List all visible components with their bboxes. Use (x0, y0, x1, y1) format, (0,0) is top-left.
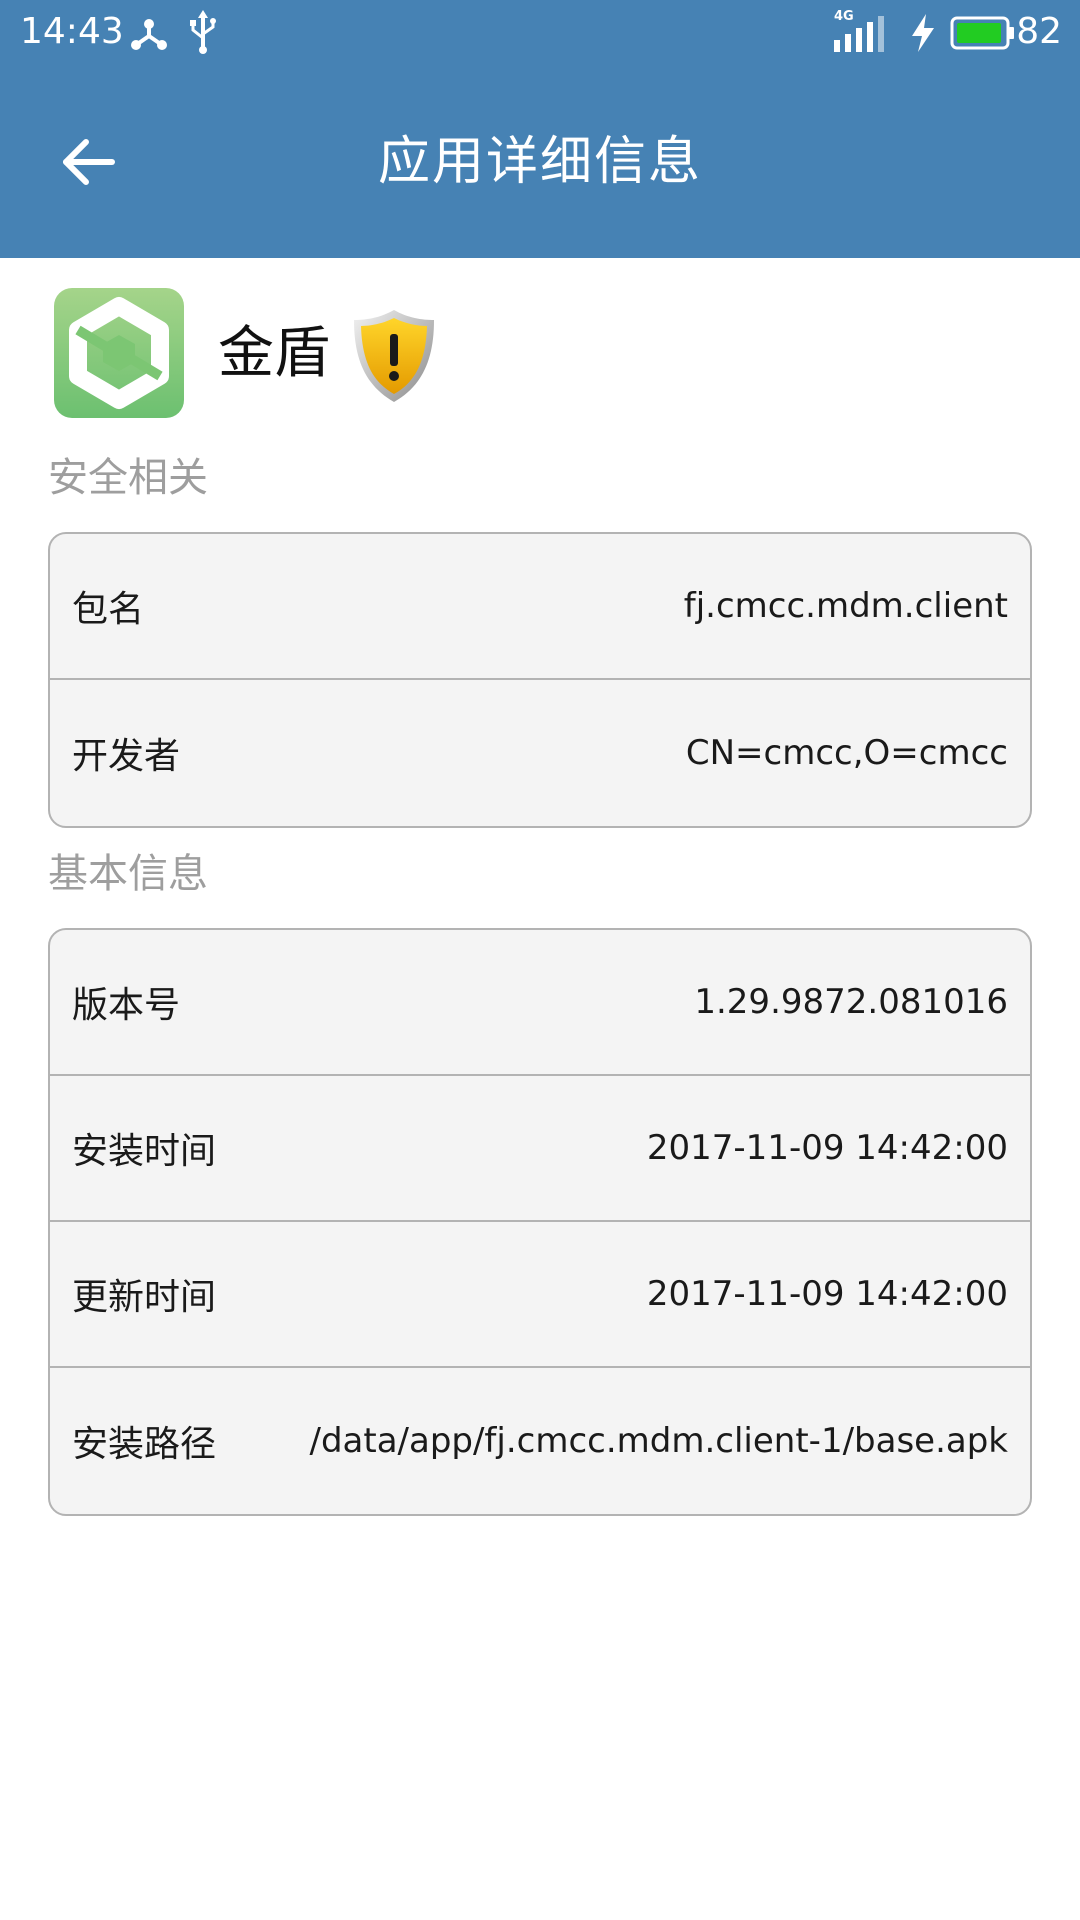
usb-tether-icon (131, 19, 167, 50)
row-label: 包名 (72, 589, 145, 630)
battery-percent: 82 (1016, 11, 1062, 52)
row-label: 开发者 (72, 736, 181, 777)
section-label-security: 安全相关 (48, 455, 208, 501)
status-time: 14:43 (20, 11, 124, 52)
row-label: 更新时间 (72, 1277, 217, 1318)
row-value: /data/app/fj.cmcc.mdm.client-1/base.apk (309, 1421, 1008, 1461)
battery-icon (950, 16, 1014, 50)
signal-icon: 4G (832, 10, 892, 54)
row-value: CN=cmcc,O=cmcc (685, 733, 1008, 773)
charging-icon (912, 14, 934, 52)
warning-shield-icon (354, 310, 434, 402)
list-item: 版本号 1.29.9872.081016 (50, 930, 1030, 1076)
list-item: 更新时间 2017-11-09 14:42:00 (50, 1222, 1030, 1368)
list-item: 安装时间 2017-11-09 14:42:00 (50, 1076, 1030, 1222)
row-value: 2017-11-09 14:42:00 (646, 1274, 1008, 1314)
row-label: 版本号 (72, 985, 181, 1026)
row-value: 1.29.9872.081016 (694, 982, 1008, 1022)
list-item: 安装路径 /data/app/fj.cmcc.mdm.client-1/base… (50, 1368, 1030, 1514)
list-item: 包名 fj.cmcc.mdm.client (50, 534, 1030, 680)
row-label: 安装时间 (72, 1131, 217, 1172)
section-label-basic-info: 基本信息 (48, 851, 208, 897)
basic-info-card: 版本号 1.29.9872.081016 安装时间 2017-11-09 14:… (48, 928, 1032, 1516)
app-name: 金盾 (218, 321, 330, 386)
list-item: 开发者 CN=cmcc,O=cmcc (50, 680, 1030, 826)
security-card: 包名 fj.cmcc.mdm.client 开发者 CN=cmcc,O=cmcc (48, 532, 1032, 828)
app-logo-icon (54, 288, 184, 418)
app-bar: 应用详细信息 (0, 64, 1080, 258)
row-value: 2017-11-09 14:42:00 (646, 1128, 1008, 1168)
page-title: 应用详细信息 (377, 132, 702, 192)
row-label: 安装路径 (72, 1424, 217, 1465)
status-bar: 14:43 4G 82 (0, 0, 1080, 64)
usb-icon (190, 10, 216, 54)
row-value: fj.cmcc.mdm.client (683, 586, 1008, 626)
app-header: 金盾 (0, 258, 1080, 448)
